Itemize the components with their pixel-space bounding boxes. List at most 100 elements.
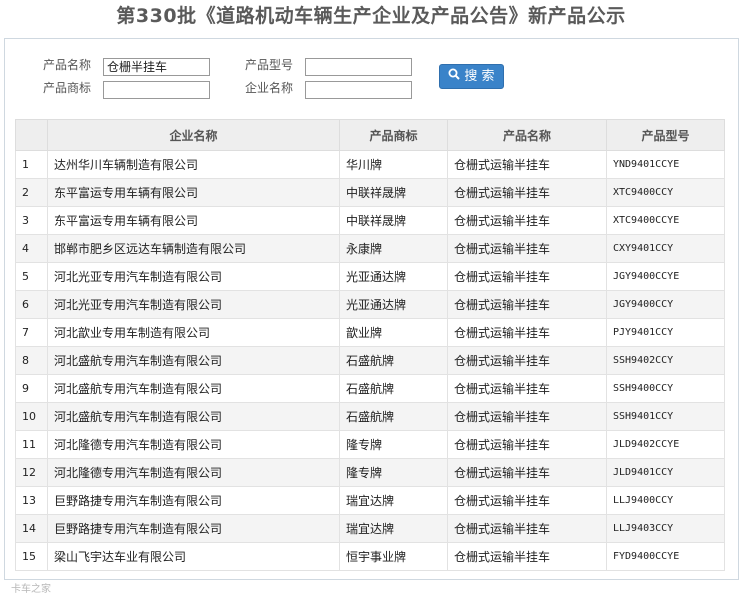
company-name-cell[interactable]: 河北光亚专用汽车制造有限公司 — [47, 290, 340, 319]
search-button-label: 搜 索 — [464, 69, 495, 84]
row-index: 1 — [15, 150, 48, 179]
header-company: 企业名称 — [47, 119, 340, 151]
product-name-cell: 仓栅式运输半挂车 — [447, 234, 607, 263]
product-name-cell: 仓栅式运输半挂车 — [447, 206, 607, 235]
product-name-cell: 仓栅式运输半挂车 — [447, 458, 607, 487]
table-row[interactable]: 2 东平富运专用车辆有限公司 中联祥晟牌 仓栅式运输半挂车 XTC9400CCY — [15, 178, 725, 207]
row-index: 12 — [15, 458, 48, 487]
product-model-cell: SSH9400CCY — [606, 374, 725, 403]
product-model-cell: LLJ9403CCY — [606, 514, 725, 543]
company-name-input[interactable] — [305, 81, 412, 99]
results-table: 企业名称 产品商标 产品名称 产品型号 1 达州华川车辆制造有限公司 华川牌 仓栅式运… — [15, 119, 725, 571]
product-brand-label: 产品商标 — [43, 81, 92, 95]
company-name-cell[interactable]: 河北隆德专用汽车制造有限公司 — [47, 430, 340, 459]
product-name-cell: 仓栅式运输半挂车 — [447, 178, 607, 207]
table-row[interactable]: 7 河北歆业专用车制造有限公司 歆业牌 仓栅式运输半挂车 PJY9401CCY — [15, 318, 725, 347]
brand-cell: 光亚通达牌 — [339, 262, 448, 291]
company-name-cell[interactable]: 达州华川车辆制造有限公司 — [47, 150, 340, 179]
search-button[interactable]: 搜 索 — [439, 64, 504, 89]
page-title: 第330批《道路机动车辆生产企业及产品公告》新产品公示 — [116, 5, 626, 27]
row-index: 7 — [15, 318, 48, 347]
row-index: 9 — [15, 374, 48, 403]
row-index: 10 — [15, 402, 48, 431]
table-row[interactable]: 3 东平富运专用车辆有限公司 中联祥晟牌 仓栅式运输半挂车 XTC9400CCYE — [15, 206, 725, 235]
company-name-cell[interactable]: 梁山飞宇达车业有限公司 — [47, 542, 340, 571]
row-index: 15 — [15, 542, 48, 571]
company-name-cell[interactable]: 东平富运专用车辆有限公司 — [47, 206, 340, 235]
brand-cell: 华川牌 — [339, 150, 448, 179]
product-name-cell: 仓栅式运输半挂车 — [447, 262, 607, 291]
product-name-cell: 仓栅式运输半挂车 — [447, 374, 607, 403]
row-index: 14 — [15, 514, 48, 543]
brand-cell: 隆专牌 — [339, 458, 448, 487]
table-row[interactable]: 4 邯郸市肥乡区远达车辆制造有限公司 永康牌 仓栅式运输半挂车 CXY9401CCY — [15, 234, 725, 263]
table-row[interactable]: 6 河北光亚专用汽车制造有限公司 光亚通达牌 仓栅式运输半挂车 JGY9400CCY — [15, 290, 725, 319]
product-model-cell: LLJ9400CCY — [606, 486, 725, 515]
company-name-cell[interactable]: 巨野路捷专用汽车制造有限公司 — [47, 486, 340, 515]
table-row[interactable]: 1 达州华川车辆制造有限公司 华川牌 仓栅式运输半挂车 YND9401CCYE — [15, 150, 725, 179]
brand-cell: 恒宇事业牌 — [339, 542, 448, 571]
row-index: 3 — [15, 206, 48, 235]
header-product-name: 产品名称 — [447, 119, 607, 151]
row-index: 8 — [15, 346, 48, 375]
company-name-cell[interactable]: 巨野路捷专用汽车制造有限公司 — [47, 514, 340, 543]
company-name-cell[interactable]: 河北歆业专用车制造有限公司 — [47, 318, 340, 347]
table-row[interactable]: 13 巨野路捷专用汽车制造有限公司 瑞宜达牌 仓栅式运输半挂车 LLJ9400CCY — [15, 486, 725, 515]
company-name-cell[interactable]: 河北盛航专用汽车制造有限公司 — [47, 374, 340, 403]
product-model-cell: JGY9400CCYE — [606, 262, 725, 291]
brand-cell: 光亚通达牌 — [339, 290, 448, 319]
company-name-cell[interactable]: 邯郸市肥乡区远达车辆制造有限公司 — [47, 234, 340, 263]
product-model-cell: YND9401CCYE — [606, 150, 725, 179]
brand-cell: 石盛航牌 — [339, 402, 448, 431]
row-index: 4 — [15, 234, 48, 263]
row-index: 5 — [15, 262, 48, 291]
row-index: 2 — [15, 178, 48, 207]
table-row[interactable]: 5 河北光亚专用汽车制造有限公司 光亚通达牌 仓栅式运输半挂车 JGY9400CCYE — [15, 262, 725, 291]
table-header-row: 企业名称 产品商标 产品名称 产品型号 — [15, 119, 725, 151]
company-name-cell[interactable]: 河北光亚专用汽车制造有限公司 — [47, 262, 340, 291]
table-row[interactable]: 9 河北盛航专用汽车制造有限公司 石盛航牌 仓栅式运输半挂车 SSH9400CCY — [15, 374, 725, 403]
row-index: 6 — [15, 290, 48, 319]
watermark: 卡车之家 — [11, 584, 51, 595]
brand-cell: 瑞宜达牌 — [339, 514, 448, 543]
company-name-cell[interactable]: 河北隆德专用汽车制造有限公司 — [47, 458, 340, 487]
product-brand-input[interactable] — [103, 81, 210, 99]
product-name-cell: 仓栅式运输半挂车 — [447, 318, 607, 347]
table-row[interactable]: 8 河北盛航专用汽车制造有限公司 石盛航牌 仓栅式运输半挂车 SSH9402CCY — [15, 346, 725, 375]
brand-cell: 石盛航牌 — [339, 346, 448, 375]
header-product-model: 产品型号 — [606, 119, 725, 151]
product-name-cell: 仓栅式运输半挂车 — [447, 150, 607, 179]
product-model-cell: JGY9400CCY — [606, 290, 725, 319]
brand-cell: 石盛航牌 — [339, 374, 448, 403]
table-row[interactable]: 12 河北隆德专用汽车制造有限公司 隆专牌 仓栅式运输半挂车 JLD9401CCY — [15, 458, 725, 487]
product-name-cell: 仓栅式运输半挂车 — [447, 290, 607, 319]
company-name-cell[interactable]: 东平富运专用车辆有限公司 — [47, 178, 340, 207]
product-model-input[interactable] — [305, 58, 412, 76]
brand-cell: 瑞宜达牌 — [339, 486, 448, 515]
table-row[interactable]: 11 河北隆德专用汽车制造有限公司 隆专牌 仓栅式运输半挂车 JLD9402CCYE — [15, 430, 725, 459]
header-index — [15, 119, 48, 151]
company-name-cell[interactable]: 河北盛航专用汽车制造有限公司 — [47, 346, 340, 375]
product-model-cell: SSH9402CCY — [606, 346, 725, 375]
product-model-cell: PJY9401CCY — [606, 318, 725, 347]
product-name-input[interactable] — [103, 58, 210, 76]
company-name-cell[interactable]: 河北盛航专用汽车制造有限公司 — [47, 402, 340, 431]
search-icon — [448, 65, 461, 88]
product-name-cell: 仓栅式运输半挂车 — [447, 402, 607, 431]
row-index: 11 — [15, 430, 48, 459]
table-row[interactable]: 14 巨野路捷专用汽车制造有限公司 瑞宜达牌 仓栅式运输半挂车 LLJ9403CCY — [15, 514, 725, 543]
product-model-cell: XTC9400CCYE — [606, 206, 725, 235]
table-row[interactable]: 10 河北盛航专用汽车制造有限公司 石盛航牌 仓栅式运输半挂车 SSH9401CCY — [15, 402, 725, 431]
row-index: 13 — [15, 486, 48, 515]
brand-cell: 隆专牌 — [339, 430, 448, 459]
product-name-cell: 仓栅式运输半挂车 — [447, 514, 607, 543]
product-model-cell: SSH9401CCY — [606, 402, 725, 431]
product-model-cell: XTC9400CCY — [606, 178, 725, 207]
product-name-cell: 仓栅式运输半挂车 — [447, 430, 607, 459]
table-row[interactable]: 15 梁山飞宇达车业有限公司 恒宇事业牌 仓栅式运输半挂车 FYD9400CCYE — [15, 542, 725, 571]
search-panel: 产品名称 产品型号 产品商标 企业名称 搜 索 企业名称 产品商标 产品名称 产… — [4, 38, 739, 595]
product-model-label: 产品型号 — [245, 58, 294, 72]
product-model-cell: JLD9401CCY — [606, 458, 725, 487]
brand-cell: 歆业牌 — [339, 318, 448, 347]
product-model-cell: FYD9400CCYE — [606, 542, 725, 571]
